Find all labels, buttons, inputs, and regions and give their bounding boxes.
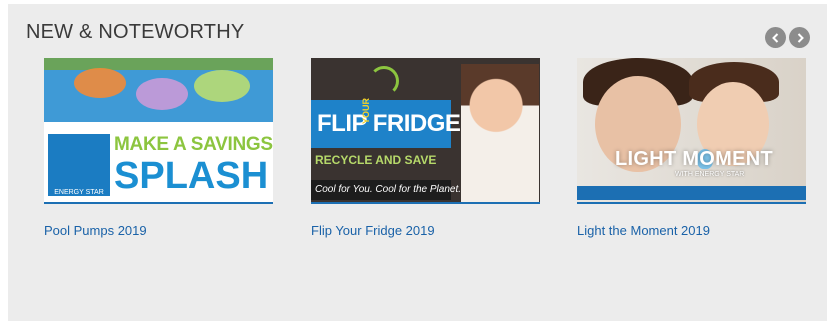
card-caption-link[interactable]: Pool Pumps 2019	[44, 223, 147, 238]
banner-line1: MAKE A SAVINGS	[114, 134, 273, 155]
banner-line2: RECYCLE AND SAVE	[315, 153, 437, 167]
card-thumbnail[interactable]: ENERGY STAR MAKE A SAVINGS SPLASH	[44, 58, 273, 204]
banner-line2: SPLASH	[114, 155, 269, 197]
banner-headline: FLIP FRIDGE	[317, 110, 461, 137]
new-noteworthy-panel: NEW & NOTEWORTHY ENERGY STAR MAKE A SAVI…	[8, 4, 827, 321]
energy-star-logo: ENERGY STAR	[48, 134, 110, 196]
carousel-prev-button[interactable]	[765, 27, 786, 48]
energy-star-label: ENERGY STAR	[54, 189, 104, 196]
banner-small-word: YOUR	[361, 97, 372, 125]
card-thumbnail[interactable]: FLIP FRIDGE YOUR RECYCLE AND SAVE Cool f…	[311, 58, 540, 204]
card-thumbnail[interactable]: LIGHT MOMENT WITH ENERGY STAR	[577, 58, 806, 204]
section-title: NEW & NOTEWORTHY	[26, 21, 245, 43]
card-light-the-moment[interactable]: LIGHT MOMENT WITH ENERGY STAR Light the …	[577, 58, 806, 238]
banner-sub: WITH ENERGY STAR	[675, 171, 745, 178]
card-caption-link[interactable]: Flip Your Fridge 2019	[311, 223, 435, 238]
carousel-next-button[interactable]	[789, 27, 810, 48]
chevron-left-icon	[771, 32, 778, 43]
card-flip-your-fridge[interactable]: FLIP FRIDGE YOUR RECYCLE AND SAVE Cool f…	[311, 58, 540, 238]
pool-photo	[44, 58, 273, 122]
banner-blue-strip	[577, 186, 806, 200]
banner-headline: LIGHT MOMENT	[615, 148, 774, 170]
banner-tagline: Cool for You. Cool for the Planet.	[315, 184, 462, 195]
recycle-arrow-icon	[369, 66, 399, 96]
chevron-right-icon	[797, 32, 804, 43]
child-photo	[461, 64, 539, 202]
card-pool-pumps[interactable]: ENERGY STAR MAKE A SAVINGS SPLASH Pool P…	[44, 58, 273, 238]
card-caption-link[interactable]: Light the Moment 2019	[577, 223, 710, 238]
